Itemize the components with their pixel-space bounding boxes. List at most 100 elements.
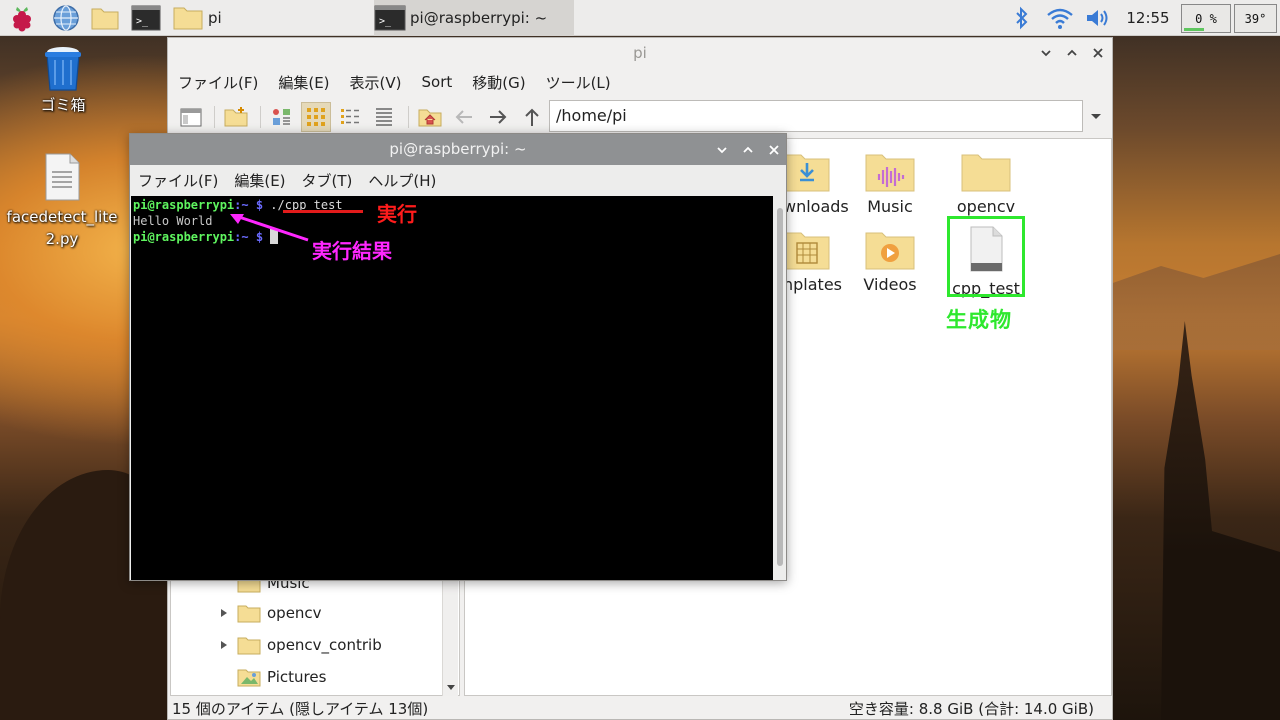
menu-file[interactable]: ファイル(F) xyxy=(168,72,268,93)
view-list-button[interactable] xyxy=(369,102,399,132)
raspberry-menu-icon[interactable] xyxy=(4,2,40,34)
tree-item-opencv-contrib[interactable]: opencv_contrib xyxy=(171,629,443,661)
view-icons-button[interactable] xyxy=(301,102,331,132)
tree-item-pictures[interactable]: Pictures xyxy=(171,661,443,693)
cpu-temp-monitor[interactable]: 39° xyxy=(1234,4,1277,33)
file-manager-icon[interactable] xyxy=(87,2,123,34)
prompt-user: pi@raspberrypi xyxy=(133,198,235,212)
templates-folder-icon xyxy=(784,232,830,270)
folder-icon xyxy=(961,154,1011,192)
desktop-icon-facedetect[interactable]: facedetect_lite 2.py xyxy=(6,152,118,250)
terminal-icon[interactable]: >_ xyxy=(128,2,164,34)
icon-view-icon xyxy=(307,108,325,126)
path-input[interactable]: /home/pi xyxy=(549,100,1083,132)
arrow-right-icon xyxy=(490,110,507,124)
cpu-temp-value: 39° xyxy=(1244,11,1267,26)
music-folder-icon xyxy=(865,154,915,192)
menu-help[interactable]: ヘルプ(H) xyxy=(360,170,444,191)
pictures-folder-icon xyxy=(237,669,261,687)
forward-button[interactable] xyxy=(483,102,513,132)
back-button[interactable] xyxy=(449,102,479,132)
web-browser-icon[interactable] xyxy=(48,2,84,34)
menu-edit[interactable]: 編集(E) xyxy=(268,72,339,93)
window-controls xyxy=(1038,38,1106,68)
thumbnail-view-icon xyxy=(273,109,290,125)
terminal-icon: >_ xyxy=(374,5,406,31)
menu-go[interactable]: 移動(G) xyxy=(462,72,535,93)
grid-item-music[interactable]: Music xyxy=(845,149,935,216)
scrollbar-thumb[interactable] xyxy=(777,208,783,566)
taskbar-task-label: pi xyxy=(208,9,222,27)
menu-tools[interactable]: ツール(L) xyxy=(536,72,621,93)
toolbar-separator xyxy=(408,106,409,128)
desktop-icon-label: 2.py xyxy=(45,230,79,248)
view-thumbnails-button[interactable] xyxy=(267,102,297,132)
prompt-user: pi@raspberrypi xyxy=(133,230,235,244)
toolbar-separator xyxy=(260,106,261,128)
list-view-icon xyxy=(376,108,392,126)
desktop-icon-trash[interactable]: ゴミ箱 xyxy=(18,44,108,115)
menu-edit[interactable]: 編集(E) xyxy=(226,170,293,191)
annotation-result-label: 実行結果 xyxy=(312,239,392,263)
status-item-count: 15 個のアイテム (隠しアイテム 13個) xyxy=(172,700,429,718)
desktop-icon-label: ゴミ箱 xyxy=(40,96,86,114)
folder-icon xyxy=(237,637,261,655)
terminal-scrollbar[interactable] xyxy=(774,196,786,580)
grid-item-opencv[interactable]: opencv xyxy=(941,149,1031,216)
new-window-icon xyxy=(180,108,202,127)
window-title: pi@raspberrypi: ~ xyxy=(389,140,527,158)
folder-icon xyxy=(173,7,203,30)
close-icon[interactable] xyxy=(1090,45,1106,61)
home-button[interactable] xyxy=(415,102,445,132)
taskbar-task-label: pi@raspberrypi: ~ xyxy=(410,9,548,27)
background-sky-glow xyxy=(1110,254,1280,350)
wifi-icon[interactable] xyxy=(1046,4,1074,32)
scroll-down-icon[interactable] xyxy=(445,682,457,692)
maximize-icon[interactable] xyxy=(1064,45,1080,61)
close-icon[interactable] xyxy=(766,142,782,158)
taskbar-task-terminal[interactable]: >_ pi@raspberrypi: ~ xyxy=(374,0,574,36)
maximize-icon[interactable] xyxy=(740,142,756,158)
annotation-highlight-box xyxy=(947,216,1025,297)
background-temple-silhouette xyxy=(1161,321,1280,720)
new-folder-button[interactable] xyxy=(221,102,251,132)
grid-item-label: Music xyxy=(867,197,913,216)
view-compact-button[interactable] xyxy=(335,102,365,132)
window-title[interactable]: pi xyxy=(168,38,1112,68)
terminal-titlebar[interactable]: pi@raspberrypi: ~ xyxy=(130,134,786,165)
folder-icon xyxy=(237,605,261,623)
tree-item-label: Pictures xyxy=(267,668,327,686)
menu-tabs[interactable]: タブ(T) xyxy=(294,170,361,191)
grid-item-label: opencv xyxy=(956,197,1016,216)
svg-text:>_: >_ xyxy=(136,16,149,27)
terminal-output[interactable]: pi@raspberrypi:~ $ ./cpp_test Hello Worl… xyxy=(131,196,773,580)
parent-folder-button[interactable] xyxy=(517,102,547,132)
new-window-button[interactable] xyxy=(176,102,206,132)
downloads-folder-icon xyxy=(784,154,830,192)
cpu-usage-monitor[interactable]: 0 % xyxy=(1181,4,1231,33)
status-bar: 15 個のアイテム (隠しアイテム 13個) 空き容量: 8.8 GiB (合計… xyxy=(168,698,1112,720)
volume-icon[interactable] xyxy=(1084,4,1112,32)
expand-arrow-icon[interactable] xyxy=(215,608,233,618)
videos-folder-icon xyxy=(865,232,915,270)
bluetooth-icon[interactable] xyxy=(1008,4,1036,32)
status-free-space: 空き容量: 8.8 GiB (合計: 14.0 GiB) xyxy=(848,700,1094,718)
annotation-arrow-icon xyxy=(230,214,309,242)
grid-item-videos[interactable]: Videos xyxy=(845,227,935,294)
clock[interactable]: 12:55 xyxy=(1120,0,1176,36)
minimize-icon[interactable] xyxy=(714,142,730,158)
terminal-menu-bar: ファイル(F) 編集(E) タブ(T) ヘルプ(H) xyxy=(130,165,786,195)
menu-view[interactable]: 表示(V) xyxy=(340,72,412,93)
tree-item-opencv[interactable]: opencv xyxy=(171,597,443,629)
compact-view-icon xyxy=(341,109,359,124)
menu-file[interactable]: ファイル(F) xyxy=(130,170,226,191)
path-history-dropdown[interactable] xyxy=(1088,108,1104,124)
taskbar-task-file-manager[interactable]: pi xyxy=(172,0,372,36)
cpu-usage-bar xyxy=(1184,28,1204,31)
expand-arrow-icon[interactable] xyxy=(215,640,233,650)
annotation-output-label: 生成物 xyxy=(946,308,1012,332)
trash-icon xyxy=(45,47,81,91)
arrow-left-icon xyxy=(455,110,472,124)
minimize-icon[interactable] xyxy=(1038,45,1054,61)
menu-sort[interactable]: Sort xyxy=(412,73,463,91)
